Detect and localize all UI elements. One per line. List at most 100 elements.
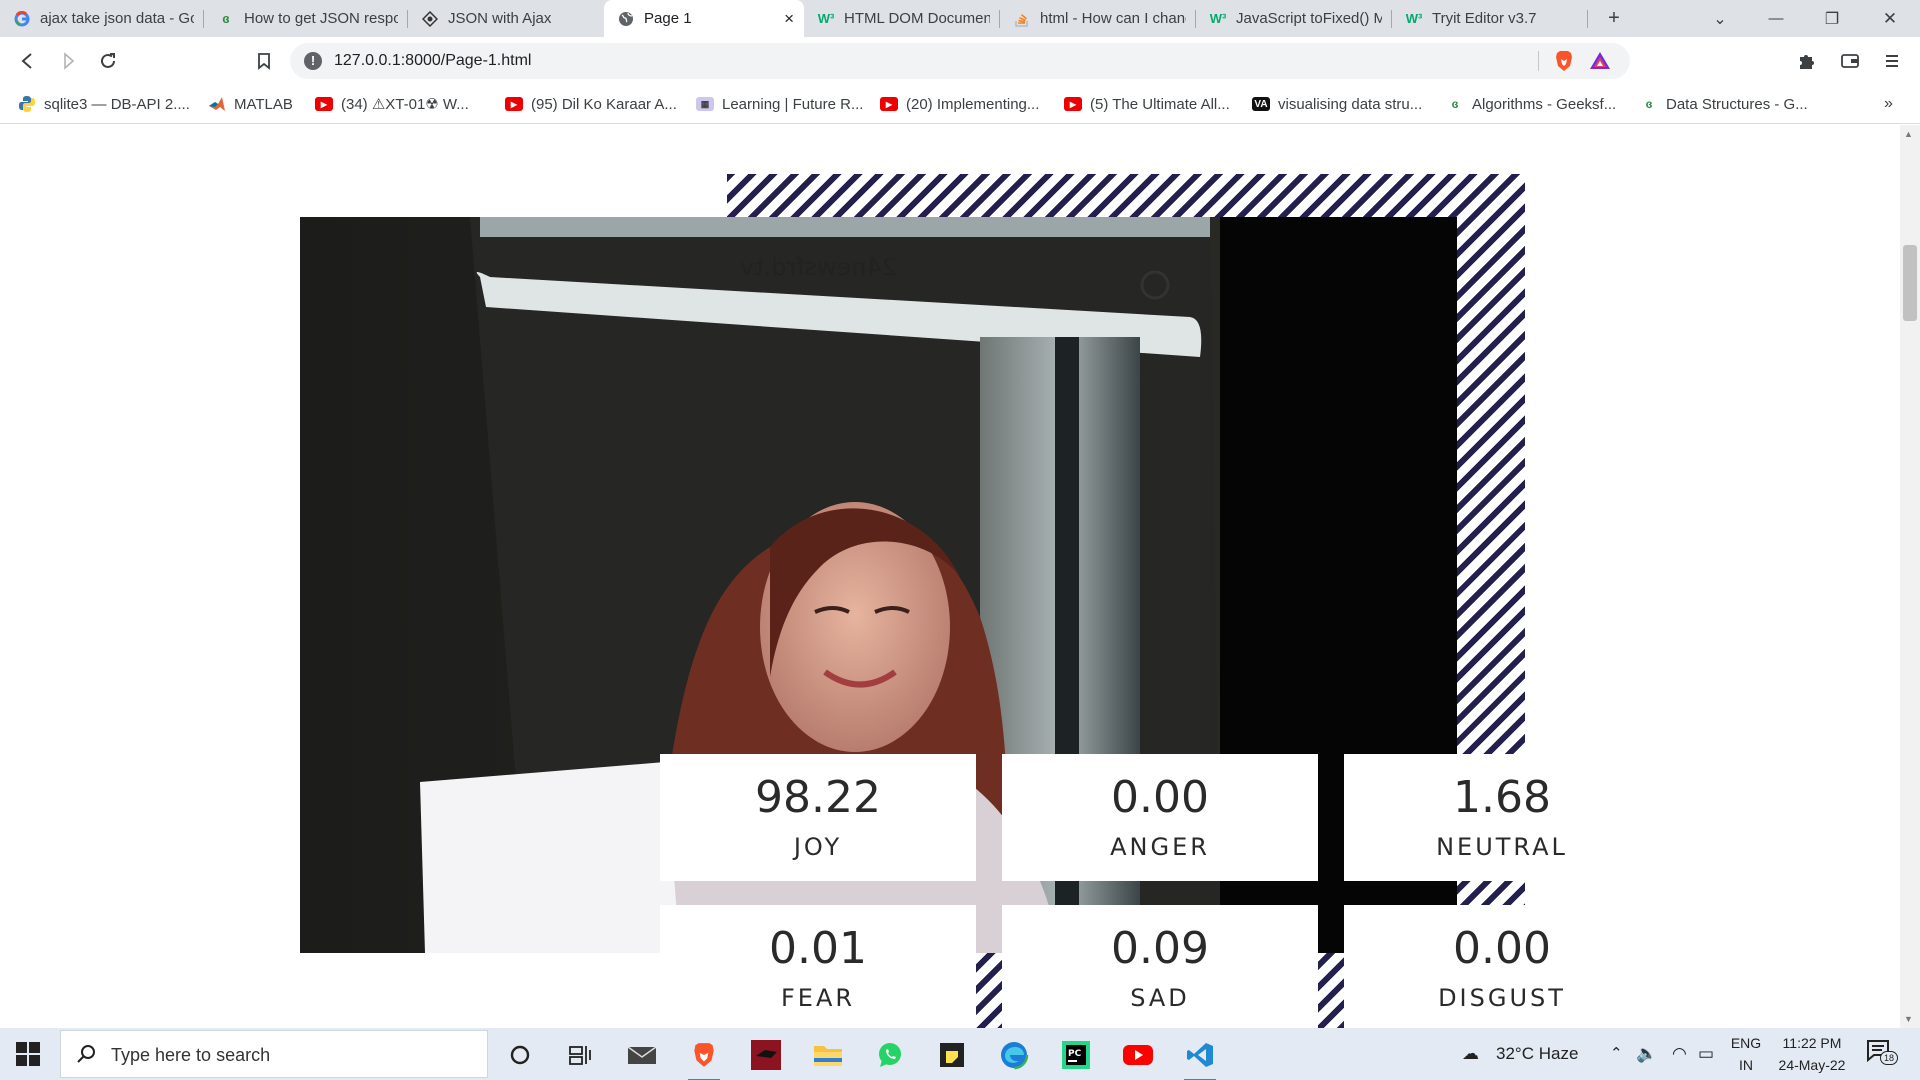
tab-7[interactable]: W³ Tryit Editor v3.7	[1392, 0, 1588, 37]
vertical-scrollbar[interactable]: ▲ ▼	[1900, 125, 1920, 1028]
url-text[interactable]: 127.0.0.1:8000/Page-1.html	[334, 52, 531, 70]
cortana-button[interactable]	[500, 1036, 540, 1074]
youtube-app-button[interactable]	[1118, 1036, 1158, 1074]
emotion-card-fear: 0.01 FEAR	[660, 905, 976, 1028]
bookmark-label: (95) Dil Ko Karaar A...	[531, 95, 677, 113]
brave-rewards-icon[interactable]	[1588, 49, 1612, 73]
edge-button[interactable]	[994, 1036, 1034, 1074]
system-clock[interactable]: 11:22 PM 24-May-22	[1766, 1032, 1858, 1076]
bookmark-label: (34) ⚠XT-01☢ W...	[341, 96, 469, 113]
tab-title: JavaScript toFixed() Me	[1236, 10, 1382, 27]
scrollbar-thumb[interactable]	[1903, 245, 1917, 321]
wallet-button[interactable]	[1834, 45, 1866, 77]
language-code: ENG	[1730, 1035, 1762, 1051]
reload-icon	[101, 53, 115, 68]
site-info-icon[interactable]: !	[304, 52, 322, 70]
bookmark-item[interactable]: ▶ (20) Implementing...	[880, 92, 1039, 116]
bookmark-page-button[interactable]	[248, 45, 280, 77]
bookmark-item[interactable]: ▶ (34) ⚠XT-01☢ W...	[315, 92, 469, 116]
restore-button[interactable]: ❐	[1806, 0, 1858, 37]
bookmark-item[interactable]: ▶ (95) Dil Ko Karaar A...	[505, 92, 677, 116]
tab-1[interactable]: ɞ How to get JSON respo	[204, 0, 408, 37]
emotion-card-anger: 0.00 ANGER	[1002, 754, 1318, 881]
tab-2[interactable]: JSON with Ajax	[408, 0, 604, 37]
address-bar[interactable]: ! 127.0.0.1:8000/Page-1.html	[290, 43, 1630, 79]
vscode-button[interactable]	[1180, 1036, 1220, 1080]
forward-button[interactable]	[52, 45, 84, 77]
geeksforgeeks-icon: ɞ	[1645, 97, 1653, 111]
menu-button[interactable]	[1876, 45, 1908, 77]
tab-3-active[interactable]: Page 1 ×	[604, 0, 804, 37]
taskbar-search-box[interactable]: Type here to search	[60, 1030, 488, 1078]
notification-center-button[interactable]: 18	[1866, 1038, 1900, 1068]
notification-count: 18	[1880, 1051, 1898, 1065]
bookmark-item[interactable]: ▦ Learning | Future R...	[696, 92, 863, 116]
bookmark-label: Algorithms - Geeksf...	[1472, 95, 1617, 113]
chevron-down-icon: ⌄	[1713, 10, 1727, 28]
sticky-notes-button[interactable]	[932, 1036, 972, 1074]
tab-5[interactable]: html - How can I chang	[1000, 0, 1196, 37]
weather-icon[interactable]: ☁	[1462, 1044, 1479, 1064]
bookmark-item[interactable]: MATLAB	[208, 92, 293, 116]
bookmark-item[interactable]: ɞ Algorithms - Geeksf...	[1446, 92, 1617, 116]
bookmark-item[interactable]: ▶ (5) The Ultimate All...	[1064, 92, 1230, 116]
minimize-button[interactable]: —	[1750, 0, 1802, 37]
tab-6[interactable]: W³ JavaScript toFixed() Me	[1196, 0, 1392, 37]
plus-icon: +	[1608, 7, 1620, 29]
brave-shields-icon[interactable]	[1552, 49, 1576, 73]
tab-0[interactable]: ajax take json data - Go	[0, 0, 204, 37]
task-view-button[interactable]	[560, 1036, 600, 1074]
app-taskbar-button[interactable]	[746, 1036, 786, 1074]
visualgo-icon: VA	[1252, 97, 1270, 111]
scroll-up-icon[interactable]: ▲	[1904, 129, 1913, 139]
back-button[interactable]	[12, 45, 44, 77]
clock-date: 24-May-22	[1778, 1057, 1846, 1073]
brave-taskbar-button[interactable]	[684, 1036, 724, 1080]
game-app-icon	[751, 1040, 781, 1070]
minimize-icon: —	[1768, 10, 1784, 27]
w3schools-icon: W³	[817, 11, 835, 26]
tab-title: HTML DOM Document	[844, 10, 990, 27]
emotion-card-sad: 0.09 SAD	[1002, 905, 1318, 1028]
whatsapp-button[interactable]	[870, 1036, 910, 1074]
bookmark-label: Learning | Future R...	[722, 95, 864, 113]
emotion-card-disgust: 0.00 DISGUST	[1344, 905, 1660, 1028]
new-tab-button[interactable]: +	[1594, 0, 1634, 37]
more-bookmarks-button[interactable]: »	[1884, 92, 1893, 116]
input-language[interactable]: ENG IN	[1726, 1032, 1766, 1076]
pycharm-button[interactable]: PC	[1056, 1036, 1096, 1074]
pycharm-icon: PC	[1062, 1041, 1090, 1069]
file-explorer-button[interactable]	[808, 1036, 848, 1074]
weather-text[interactable]: 32°C Haze	[1496, 1044, 1578, 1064]
search-placeholder: Type here to search	[111, 1045, 271, 1065]
volume-icon[interactable]: 🔈	[1636, 1044, 1657, 1064]
start-button[interactable]	[16, 1042, 40, 1066]
cortana-icon	[510, 1045, 530, 1065]
scroll-down-icon[interactable]: ▼	[1904, 1014, 1913, 1024]
geeksforgeeks-icon: ɞ	[1451, 97, 1459, 111]
browser-toolbar: ! 127.0.0.1:8000/Page-1.html	[0, 37, 1920, 84]
wifi-icon[interactable]: ◠	[1672, 1044, 1687, 1064]
extensions-button[interactable]	[1791, 45, 1823, 77]
bookmark-item[interactable]: ɞ Data Structures - G...	[1640, 92, 1808, 116]
bookmark-label: (20) Implementing...	[906, 95, 1040, 113]
w3schools-icon: W³	[1405, 11, 1423, 26]
tab-4[interactable]: W³ HTML DOM Document	[804, 0, 1000, 37]
mail-button[interactable]	[622, 1036, 662, 1074]
edge-icon	[999, 1040, 1029, 1070]
youtube-icon: ▶	[505, 97, 523, 111]
bookmark-item[interactable]: VA visualising data stru...	[1252, 92, 1422, 116]
bookmark-item[interactable]: sqlite3 — DB-API 2....	[18, 92, 190, 116]
battery-icon[interactable]: ▭	[1698, 1044, 1714, 1064]
tab-close-icon[interactable]: ×	[784, 9, 794, 29]
emotion-value: 1.68	[1453, 772, 1551, 823]
close-window-button[interactable]: ✕	[1862, 0, 1918, 37]
svg-text:PC: PC	[1068, 1049, 1082, 1059]
mail-icon	[627, 1046, 657, 1064]
tab-search-button[interactable]: ⌄	[1698, 0, 1742, 37]
futurelearn-icon: ▦	[696, 97, 714, 111]
wallet-icon	[1841, 54, 1859, 68]
reload-button[interactable]	[92, 45, 124, 77]
w3schools-icon: W³	[1209, 11, 1227, 26]
chevron-up-icon[interactable]: ⌃	[1610, 1044, 1623, 1062]
